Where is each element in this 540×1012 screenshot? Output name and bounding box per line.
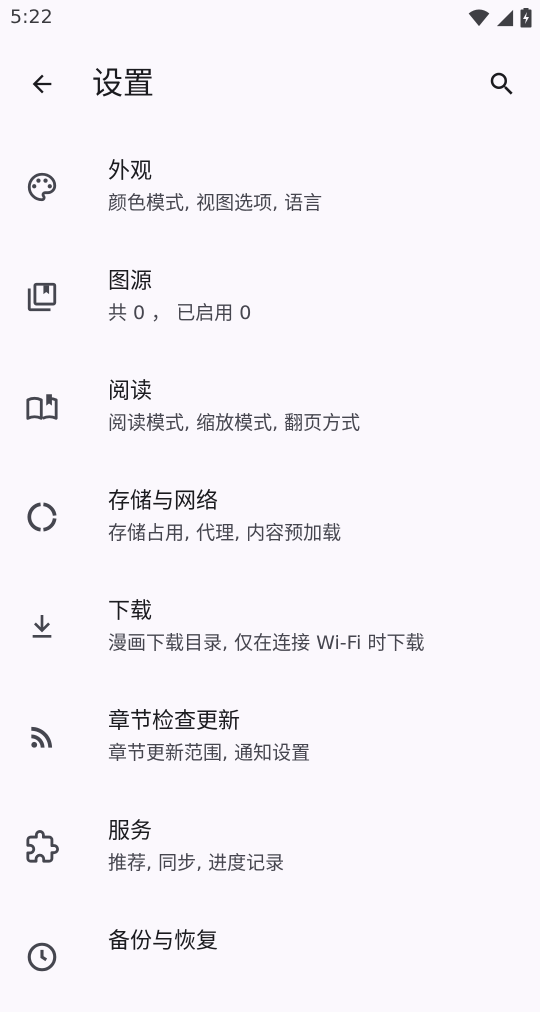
settings-item-reading[interactable]: 阅读 阅读模式, 缩放模式, 翻页方式: [0, 352, 540, 462]
settings-item-title: 章节检查更新: [108, 709, 241, 734]
status-icons: [468, 6, 532, 30]
settings-item-subtitle: 阅读模式, 缩放模式, 翻页方式: [108, 412, 361, 434]
settings-item-title: 备份与恢复: [108, 929, 219, 954]
settings-item-subtitle: 漫画下载目录, 仅在连接 Wi-Fi 时下载: [108, 632, 425, 654]
settings-item-title: 存储与网络: [108, 489, 219, 514]
settings-item-title: 阅读: [108, 379, 153, 404]
wifi-icon: [468, 9, 490, 27]
download-icon: [22, 607, 62, 647]
battery-charging-icon: [520, 8, 532, 28]
cell-signal-icon: [496, 9, 514, 27]
settings-item-chapter-updates[interactable]: 章节检查更新 章节更新范围, 通知设置: [0, 682, 540, 792]
settings-item-subtitle: 章节更新范围, 通知设置: [108, 742, 311, 764]
extension-icon: [22, 827, 62, 867]
settings-item-title: 下载: [108, 599, 153, 624]
settings-item-sources[interactable]: 图源 共 0 ， 已启用 0: [0, 242, 540, 352]
status-time: 5:22: [10, 6, 53, 28]
settings-item-download[interactable]: 下载 漫画下载目录, 仅在连接 Wi-Fi 时下载: [0, 572, 540, 682]
settings-list: 外观 颜色模式, 视图选项, 语言 图源 共 0 ， 已启用 0 阅读 阅读模式…: [0, 132, 540, 1012]
backup-restore-icon: [22, 937, 62, 977]
settings-item-title: 图源: [108, 269, 153, 294]
search-icon: [490, 72, 513, 95]
settings-item-subtitle: 推荐, 同步, 进度记录: [108, 852, 285, 874]
back-button[interactable]: [18, 60, 66, 108]
page-title: 设置: [92, 66, 154, 102]
settings-item-services[interactable]: 服务 推荐, 同步, 进度记录: [0, 792, 540, 902]
settings-item-storage-network[interactable]: 存储与网络 存储占用, 代理, 内容预加载: [0, 462, 540, 572]
settings-item-title: 外观: [108, 159, 153, 184]
settings-item-backup-restore[interactable]: 备份与恢复: [0, 902, 540, 1012]
settings-item-subtitle: 共 0 ， 已启用 0: [108, 302, 252, 324]
search-button[interactable]: [478, 60, 526, 108]
settings-item-appearance[interactable]: 外观 颜色模式, 视图选项, 语言: [0, 132, 540, 242]
settings-item-subtitle: 颜色模式, 视图选项, 语言: [108, 192, 323, 214]
library-books-icon: [22, 277, 62, 317]
rss-feed-icon: [22, 717, 62, 757]
palette-icon: [22, 167, 62, 207]
status-bar: 5:22: [0, 0, 540, 36]
sync-ring-icon: [22, 497, 62, 537]
settings-item-title: 服务: [108, 819, 153, 844]
arrow-back-icon: [32, 74, 52, 94]
open-book-icon: [22, 387, 62, 427]
app-bar: 设置: [0, 36, 540, 132]
settings-item-subtitle: 存储占用, 代理, 内容预加载: [108, 522, 342, 544]
